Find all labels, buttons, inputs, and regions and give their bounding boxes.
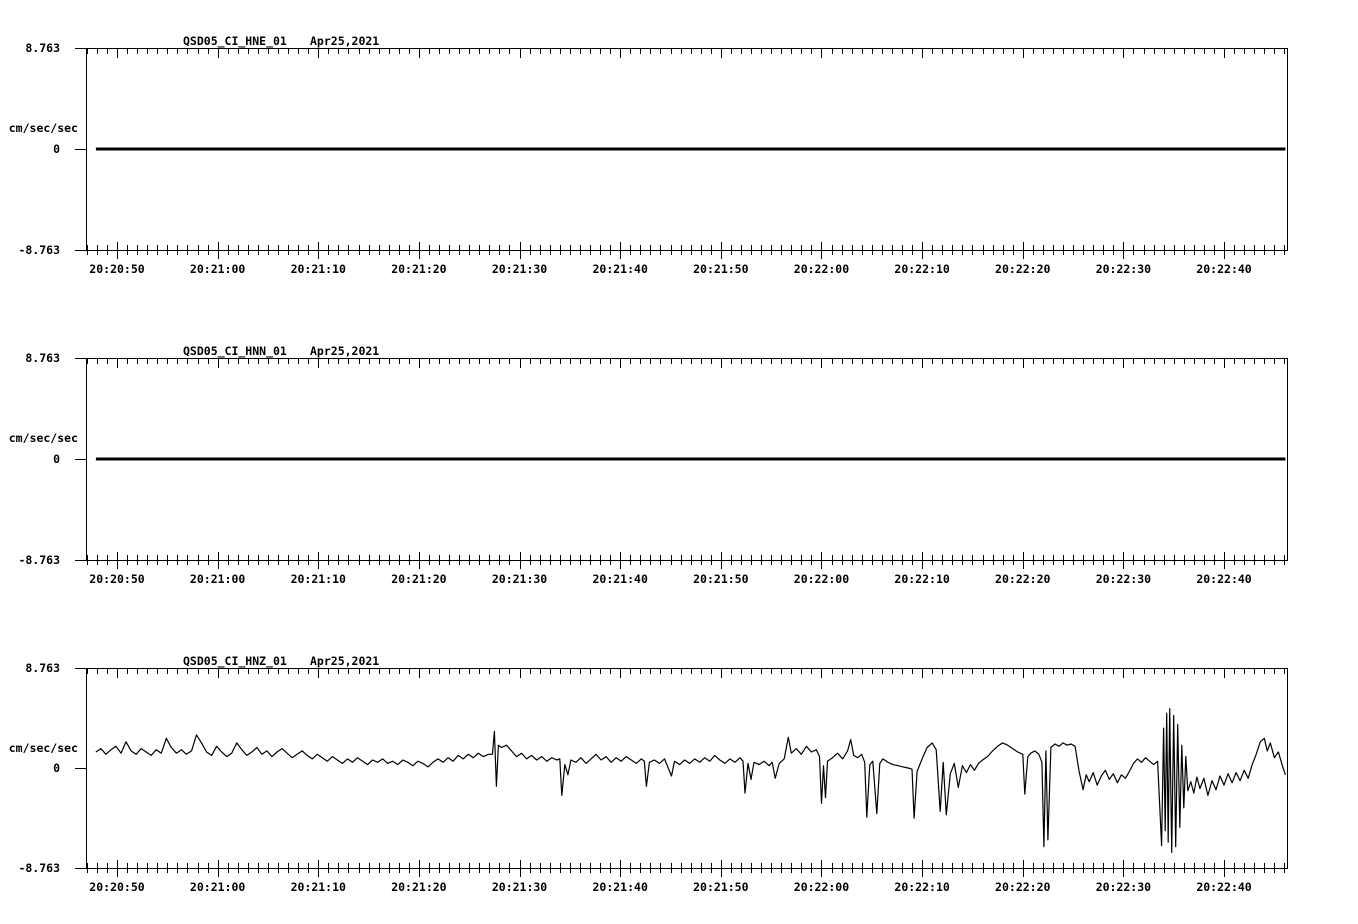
y-axis-zero-label: 0	[53, 452, 60, 466]
x-tick-label: 20:22:00	[793, 262, 850, 276]
x-tick-label: 20:21:30	[491, 572, 548, 586]
x-tick-label: 20:21:00	[189, 262, 246, 276]
x-tick-label: 20:21:50	[693, 262, 749, 276]
x-tick-label: 20:21:10	[290, 262, 346, 276]
x-tick-label: 20:22:30	[1095, 572, 1152, 586]
x-tick-label: 20:22:20	[995, 880, 1051, 894]
x-tick-label: 20:22:30	[1095, 880, 1152, 894]
x-tick-label: 20:22:40	[1196, 880, 1252, 894]
x-tick-label: 20:21:00	[189, 880, 246, 894]
x-tick-label: 20:21:00	[189, 572, 246, 586]
x-tick-label: 20:21:40	[592, 880, 648, 894]
plot-title: QSD05_CI_HNZ_01	[183, 654, 287, 668]
x-tick-label: 20:22:10	[894, 880, 950, 894]
x-tick-label: 20:20:50	[89, 572, 145, 586]
plot-frame	[86, 668, 1288, 869]
plot-title: QSD05_CI_HNE_01	[183, 34, 287, 48]
x-tick-label: 20:21:30	[491, 880, 548, 894]
x-tick-label: 20:22:40	[1196, 262, 1252, 276]
y-axis-max-label: 8.763	[25, 351, 60, 365]
y-axis-min-label: -8.763	[18, 243, 60, 257]
x-tick-label: 20:21:30	[491, 262, 548, 276]
x-tick-label: 20:22:20	[995, 262, 1051, 276]
x-tick-label: 20:21:10	[290, 572, 346, 586]
x-tick-label: 20:22:10	[894, 572, 950, 586]
x-tick-label: 20:21:50	[693, 572, 749, 586]
x-tick-label: 20:22:10	[894, 262, 950, 276]
seismogram-canvas	[75, 48, 1288, 877]
y-axis-zero-label: 0	[53, 761, 60, 775]
x-tick-label: 20:22:40	[1196, 572, 1252, 586]
x-tick-label: 20:22:00	[793, 880, 850, 894]
x-tick-label: 20:21:50	[693, 880, 749, 894]
x-tick-label: 20:21:20	[391, 262, 447, 276]
x-tick-label: 20:21:10	[290, 880, 346, 894]
plot-date: Apr25,2021	[310, 654, 380, 668]
x-tick-label: 20:20:50	[89, 880, 145, 894]
x-tick-label: 20:21:20	[391, 880, 447, 894]
y-axis-unit-label: cm/sec/sec	[8, 741, 78, 755]
x-tick-label: 20:20:50	[89, 262, 145, 276]
y-axis-min-label: -8.763	[18, 553, 60, 567]
plot-date: Apr25,2021	[310, 34, 380, 48]
x-tick-label: 20:22:20	[995, 572, 1051, 586]
x-tick-label: 20:22:30	[1095, 262, 1152, 276]
y-axis-min-label: -8.763	[18, 861, 60, 875]
y-axis-zero-label: 0	[53, 142, 60, 156]
plot-date: Apr25,2021	[310, 344, 380, 358]
waveform-trace	[95, 708, 1286, 853]
seismogram-page: { "page": { "background": "#ffffff", "in…	[0, 0, 1358, 924]
x-tick-label: 20:22:00	[793, 572, 850, 586]
y-axis-max-label: 8.763	[25, 661, 60, 675]
y-axis-unit-label: cm/sec/sec	[8, 431, 78, 445]
plot-title: QSD05_CI_HNN_01	[183, 344, 287, 358]
y-axis-unit-label: cm/sec/sec	[8, 121, 78, 135]
x-tick-label: 20:21:40	[592, 262, 648, 276]
y-axis-max-label: 8.763	[25, 41, 60, 55]
x-tick-label: 20:21:40	[592, 572, 648, 586]
x-tick-label: 20:21:20	[391, 572, 447, 586]
